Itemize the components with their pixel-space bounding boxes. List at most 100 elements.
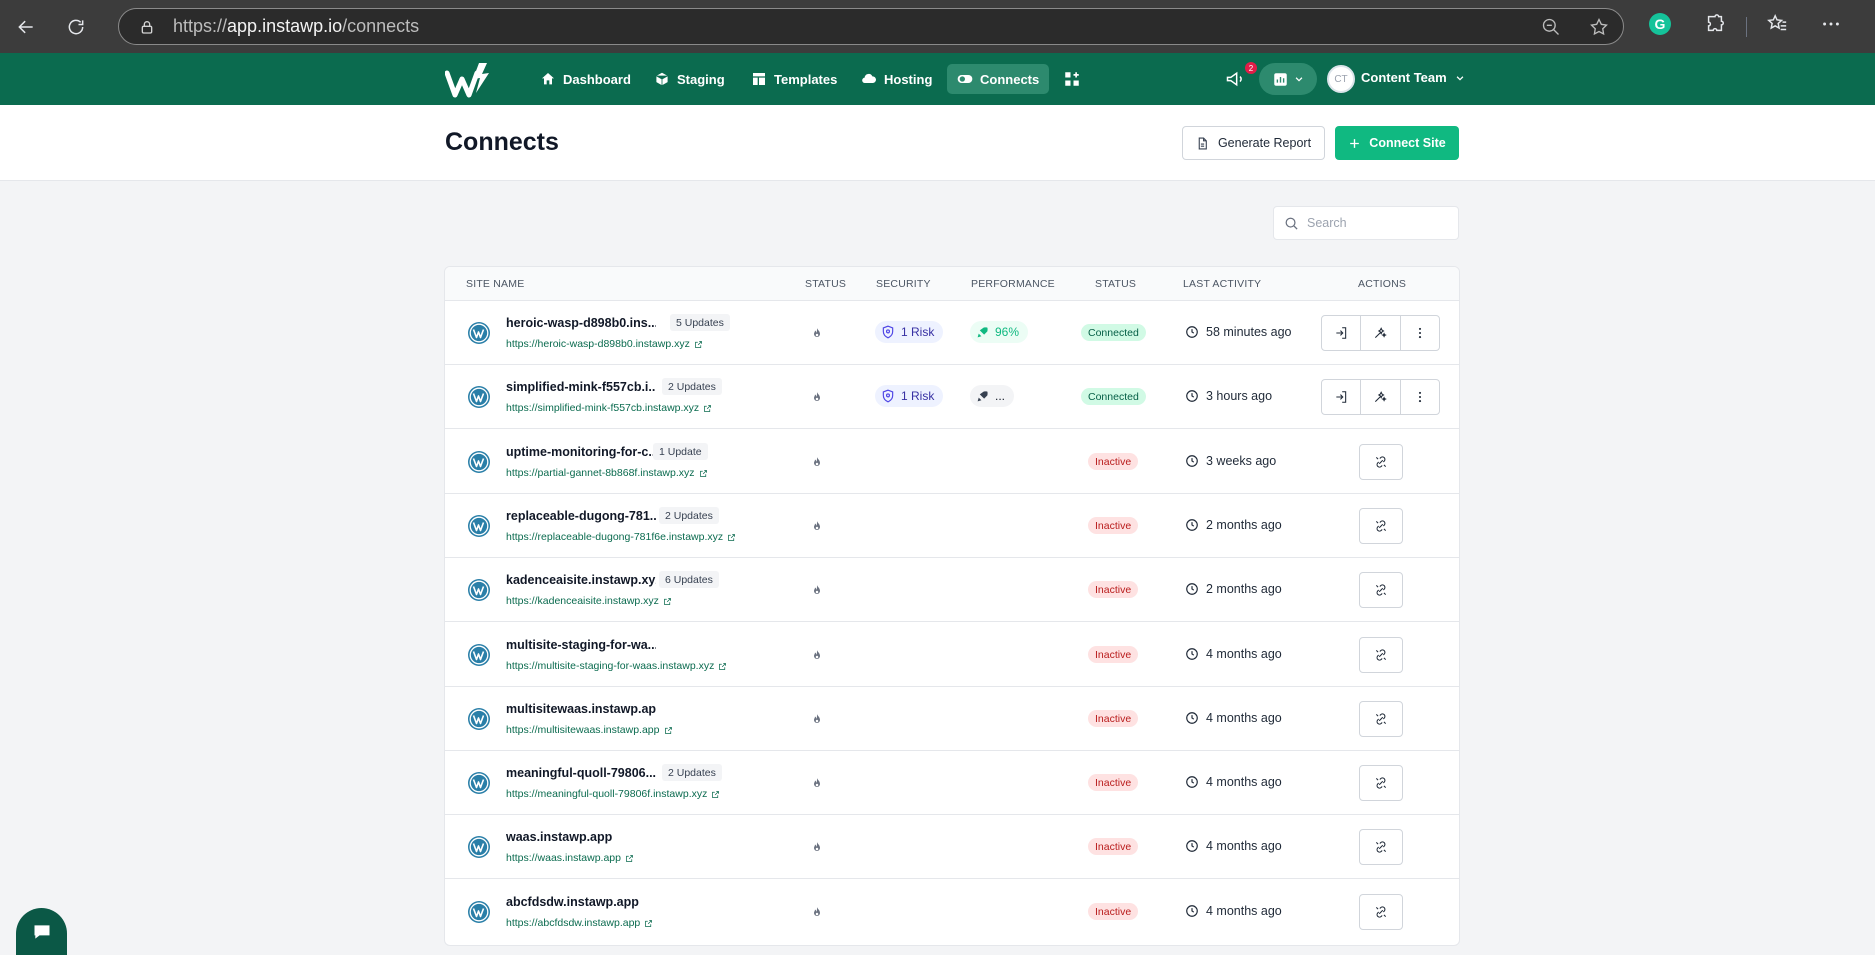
last-activity: 3 weeks ago — [1185, 454, 1276, 468]
reconnect-button[interactable] — [1359, 701, 1403, 737]
reconnect-button[interactable] — [1359, 894, 1403, 930]
site-name[interactable]: replaceable-dugong-781... — [506, 509, 656, 523]
table-row[interactable]: kadenceaisite.instawp.xyz 6 Updates https:… — [445, 558, 1459, 622]
performance-badge[interactable]: ... — [970, 385, 1015, 407]
last-activity-text: 3 hours ago — [1206, 389, 1273, 403]
wordpress-icon — [468, 708, 490, 730]
connect-site-button[interactable]: Connect Site — [1335, 126, 1459, 160]
login-button[interactable] — [1322, 380, 1362, 414]
nav-templates[interactable]: Templates — [741, 64, 847, 94]
site-name[interactable]: multisite-staging-for-wa... — [506, 638, 656, 652]
site-name[interactable]: heroic-wasp-d898b0.ins... — [506, 316, 656, 330]
updates-badge[interactable]: 2 Updates — [662, 764, 722, 781]
table-row[interactable]: abcfdsdw.instawp.app https://abcfdsdw.ins… — [445, 880, 1459, 944]
reconnect-button[interactable] — [1359, 572, 1403, 608]
table-row[interactable]: multisite-staging-for-wa... https://multi… — [445, 623, 1459, 687]
rocket-icon — [977, 390, 988, 401]
address-bar[interactable]: https://app.instawp.io/connects — [118, 8, 1624, 45]
external-link-icon — [712, 790, 720, 798]
site-url-link[interactable]: https://multisite-staging-for-waas.insta… — [506, 660, 727, 672]
site-name[interactable]: abcfdsdw.instawp.app — [506, 895, 639, 909]
favorites-icon[interactable] — [1766, 13, 1788, 35]
table-row[interactable]: waas.instawp.app https://waas.instawp.app… — [445, 815, 1459, 879]
table-row[interactable]: multisitewaas.instawp.app https://multisi… — [445, 687, 1459, 751]
nav-connects[interactable]: Connects — [947, 64, 1050, 94]
site-url-link[interactable]: https://waas.instawp.app — [506, 852, 634, 864]
table-row[interactable]: meaningful-quoll-79806... 2 Updates https:… — [445, 751, 1459, 815]
updates-badge[interactable]: 5 Updates — [670, 314, 730, 331]
security-risk-badge[interactable]: 1 Risk — [875, 321, 944, 343]
reload-icon[interactable] — [60, 11, 92, 43]
table-row[interactable]: uptime-monitoring-for-c... 1 Update https:… — [445, 430, 1459, 494]
header-performance[interactable]: PERFORMANCE — [971, 278, 1055, 290]
table-row[interactable]: simplified-mink-f557cb.i... 2 Updates http… — [445, 365, 1459, 429]
updates-badge[interactable]: 2 Updates — [659, 507, 719, 524]
nav-templates-label: Templates — [774, 71, 838, 87]
generate-report-button[interactable]: Generate Report — [1182, 126, 1325, 160]
zoom-out-icon[interactable] — [1541, 17, 1561, 37]
site-url-link[interactable]: https://simplified-mink-f557cb.instawp.x… — [506, 402, 712, 414]
site-name[interactable]: waas.instawp.app — [506, 830, 612, 844]
site-name[interactable]: multisitewaas.instawp.app — [506, 702, 656, 716]
site-url-link[interactable]: https://kadenceaisite.instawp.xyz — [506, 595, 672, 607]
flame-icon — [814, 714, 820, 723]
nav-dashboard[interactable]: Dashboard — [530, 64, 641, 94]
site-name[interactable]: uptime-monitoring-for-c... — [506, 445, 656, 459]
performance-value: ... — [995, 389, 1006, 403]
flame-icon — [814, 842, 820, 851]
header-status[interactable]: STATUS — [805, 278, 846, 290]
site-url-link[interactable]: https://replaceable-dugong-781f6e.instaw… — [506, 531, 736, 543]
puzzle-icon[interactable] — [1704, 13, 1726, 35]
site-name[interactable]: kadenceaisite.instawp.xyz — [506, 573, 656, 587]
performance-badge[interactable]: 96% — [970, 321, 1029, 343]
reconnect-button[interactable] — [1359, 637, 1403, 673]
search-input[interactable] — [1307, 216, 1447, 230]
more-actions-button[interactable] — [1401, 380, 1439, 414]
avatar[interactable]: CT — [1327, 65, 1355, 93]
security-risk-text: 1 Risk — [901, 325, 935, 339]
table-row[interactable]: heroic-wasp-d898b0.ins... 5 Updates https:… — [445, 301, 1459, 365]
team-switcher[interactable]: Content Team — [1361, 70, 1465, 85]
table-row[interactable]: replaceable-dugong-781... 2 Updates https:… — [445, 494, 1459, 558]
nav-hosting[interactable]: Hosting — [851, 64, 942, 94]
site-url-link[interactable]: https://abcfdsdw.instawp.app — [506, 917, 653, 929]
login-button[interactable] — [1322, 316, 1362, 350]
magic-login-button[interactable] — [1361, 380, 1401, 414]
more-options-icon[interactable] — [1820, 13, 1842, 35]
star-icon[interactable] — [1589, 17, 1609, 37]
header-connection-status[interactable]: STATUS — [1095, 278, 1136, 290]
chat-widget-button[interactable] — [16, 908, 67, 955]
unlink-icon — [1375, 906, 1387, 918]
site-url-link[interactable]: https://multisitewaas.instawp.app — [506, 724, 673, 736]
reconnect-button[interactable] — [1359, 444, 1403, 480]
apps-grid-icon[interactable] — [1061, 68, 1083, 90]
site-url-link[interactable]: https://meaningful-quoll-79806f.instawp.… — [506, 788, 720, 800]
site-url-text: https://partial-gannet-8b868f.instawp.xy… — [506, 467, 695, 479]
nav-staging[interactable]: Staging — [644, 64, 735, 94]
table-header: SITE NAME STATUS SECURITY PERFORMANCE ST… — [445, 267, 1459, 301]
header-site-name[interactable]: SITE NAME — [466, 278, 524, 290]
more-actions-button[interactable] — [1401, 316, 1439, 350]
reconnect-button[interactable] — [1359, 829, 1403, 865]
header-last-activity[interactable]: LAST ACTIVITY — [1183, 278, 1261, 290]
magic-login-button[interactable] — [1361, 316, 1401, 350]
updates-badge[interactable]: 2 Updates — [662, 378, 722, 395]
last-activity: 4 months ago — [1185, 839, 1282, 853]
updates-badge[interactable]: 6 Updates — [659, 571, 719, 588]
updates-badge[interactable]: 1 Update — [653, 443, 708, 460]
reconnect-button[interactable] — [1359, 508, 1403, 544]
back-icon[interactable] — [10, 11, 42, 43]
search-box[interactable] — [1273, 206, 1459, 240]
reconnect-button[interactable] — [1359, 765, 1403, 801]
last-activity: 4 months ago — [1185, 711, 1282, 725]
instawp-logo[interactable] — [445, 61, 491, 99]
grammarly-icon[interactable]: G — [1649, 13, 1671, 35]
site-url-link[interactable]: https://partial-gannet-8b868f.instawp.xy… — [506, 467, 708, 479]
security-risk-badge[interactable]: 1 Risk — [875, 385, 944, 407]
header-security[interactable]: SECURITY — [876, 278, 931, 290]
site-url-link[interactable]: https://heroic-wasp-d898b0.instawp.xyz — [506, 338, 703, 350]
analytics-dropdown[interactable] — [1259, 63, 1317, 95]
site-name[interactable]: simplified-mink-f557cb.i... — [506, 380, 656, 394]
site-name[interactable]: meaningful-quoll-79806... — [506, 766, 656, 780]
announcement-icon[interactable] — [1222, 67, 1248, 91]
